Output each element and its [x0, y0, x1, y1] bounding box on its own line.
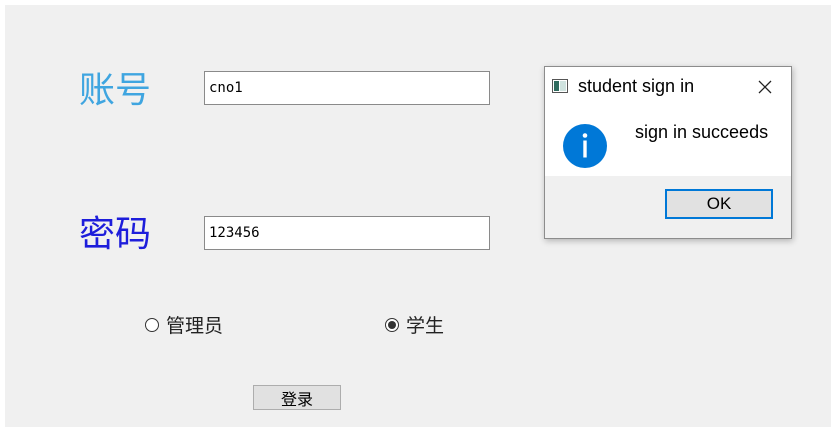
app-window-icon [552, 79, 568, 93]
radio-dot [388, 320, 396, 329]
radio-unchecked-icon [145, 317, 159, 332]
dialog-message: sign in succeeds [635, 122, 769, 142]
ok-button[interactable]: OK [665, 189, 773, 219]
radio-checked-icon [385, 317, 399, 332]
close-icon[interactable] [753, 75, 777, 99]
radio-student-label: 学生 [406, 315, 445, 337]
dialog-title: student sign in [578, 76, 695, 96]
radio-admin-label: 管理员 [166, 315, 224, 337]
password-input[interactable] [204, 216, 490, 250]
account-label: 账号 [79, 70, 152, 111]
login-button[interactable]: 登录 [253, 385, 341, 410]
message-dialog: student sign in sign in succeeds OK [544, 66, 792, 239]
password-label: 密码 [79, 214, 152, 255]
radio-student[interactable]: 学生 [385, 311, 444, 338]
info-icon [563, 124, 607, 168]
dialog-titlebar: student sign in [545, 67, 791, 105]
account-input[interactable] [204, 71, 490, 105]
radio-admin[interactable]: 管理员 [145, 311, 223, 338]
dialog-footer: OK [545, 176, 791, 238]
